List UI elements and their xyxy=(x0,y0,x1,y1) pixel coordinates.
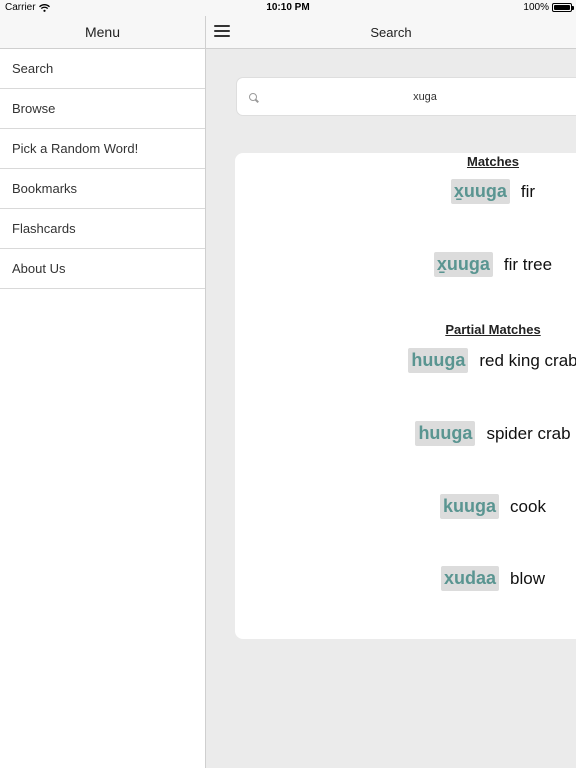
entry-word: xudaa xyxy=(441,566,500,591)
entry-word: x̱uuga xyxy=(433,252,493,277)
entry-word: x̱uuga xyxy=(450,179,510,204)
sidebar-item-search[interactable]: Search xyxy=(0,49,205,89)
entry-gloss: fir xyxy=(520,181,536,201)
partial-entry[interactable]: huuga red king crab xyxy=(235,348,576,373)
entry-word: huuga xyxy=(408,348,469,373)
sidebar-menu: Menu Search Browse Pick a Random Word! B… xyxy=(0,16,206,768)
battery-tip xyxy=(572,6,574,10)
main-panel: Search Matches x̱uuga fir x̱uuga fir tre… xyxy=(206,16,576,768)
entry-gloss: cook xyxy=(510,496,546,516)
partial-matches-heading: Partial Matches xyxy=(445,322,541,337)
sidebar-item-flashcards[interactable]: Flashcards xyxy=(0,209,205,249)
match-entry[interactable]: x̱uuga fir xyxy=(235,179,576,204)
search-icon xyxy=(249,93,257,101)
main-header: Search xyxy=(206,16,576,49)
entry-word: huuga xyxy=(415,421,476,446)
partial-entry[interactable]: kuuga cook xyxy=(235,494,576,519)
search-box[interactable] xyxy=(236,77,576,116)
search-input[interactable] xyxy=(267,78,573,115)
sidebar-item-random-word[interactable]: Pick a Random Word! xyxy=(0,129,205,169)
partial-entry[interactable]: xudaa blow xyxy=(235,566,576,591)
partial-entry[interactable]: huuga spider crab xyxy=(235,421,576,446)
match-entry[interactable]: x̱uuga fir tree xyxy=(235,252,576,277)
status-time: 10:10 PM xyxy=(266,2,310,13)
entry-gloss: red king crab xyxy=(479,350,576,370)
page-title: Search xyxy=(370,25,412,40)
matches-heading: Matches xyxy=(466,154,520,169)
sidebar-item-browse[interactable]: Browse xyxy=(0,89,205,129)
battery-percent: 100% xyxy=(523,2,549,13)
results-panel: Matches x̱uuga fir x̱uuga fir tree Parti… xyxy=(235,153,576,639)
entry-gloss: fir tree xyxy=(503,254,553,274)
entry-gloss: spider crab xyxy=(486,423,571,443)
entry-word: kuuga xyxy=(440,494,500,519)
status-bar: Carrier 10:10 PM 100% xyxy=(0,0,576,16)
sidebar-item-bookmarks[interactable]: Bookmarks xyxy=(0,169,205,209)
sidebar-item-about-us[interactable]: About Us xyxy=(0,249,205,289)
status-right: 100% xyxy=(523,2,574,13)
entry-gloss: blow xyxy=(510,568,545,588)
battery-fill xyxy=(554,5,570,10)
battery-icon xyxy=(552,3,574,12)
